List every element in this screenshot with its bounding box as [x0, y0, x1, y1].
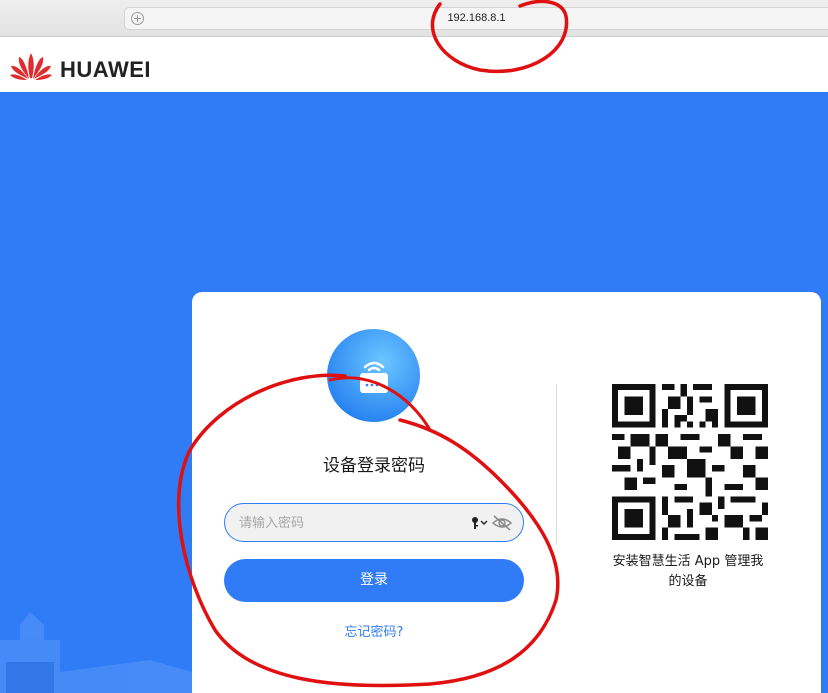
qr-caption-line2: 的设备 — [668, 574, 708, 589]
address-url[interactable]: 192.168.8.1 — [125, 12, 828, 24]
login-title: 设备登录密码 — [323, 456, 425, 476]
wifi-router-icon — [327, 329, 420, 422]
key-dropdown-icon[interactable] — [471, 515, 489, 531]
qr-code — [612, 384, 768, 540]
address-bar[interactable]: + 192.168.8.1 — [124, 7, 828, 30]
site-header: HUAWEI — [0, 37, 828, 92]
qr-caption-line1: 安装智慧生活 App 管理我 — [612, 554, 764, 569]
qr-caption: 安装智慧生活 App 管理我 的设备 — [602, 552, 774, 592]
huawei-logo-icon — [10, 53, 52, 80]
brand-name: HUAWEI — [60, 57, 151, 82]
card-divider — [556, 384, 557, 544]
password-input[interactable] — [239, 512, 459, 534]
browser-toolbar: + 192.168.8.1 — [0, 0, 828, 37]
eye-hidden-icon[interactable] — [491, 514, 513, 532]
password-field[interactable] — [224, 503, 524, 542]
forgot-password-link[interactable]: 忘记密码? — [224, 621, 524, 640]
login-button[interactable]: 登录 — [224, 559, 524, 602]
